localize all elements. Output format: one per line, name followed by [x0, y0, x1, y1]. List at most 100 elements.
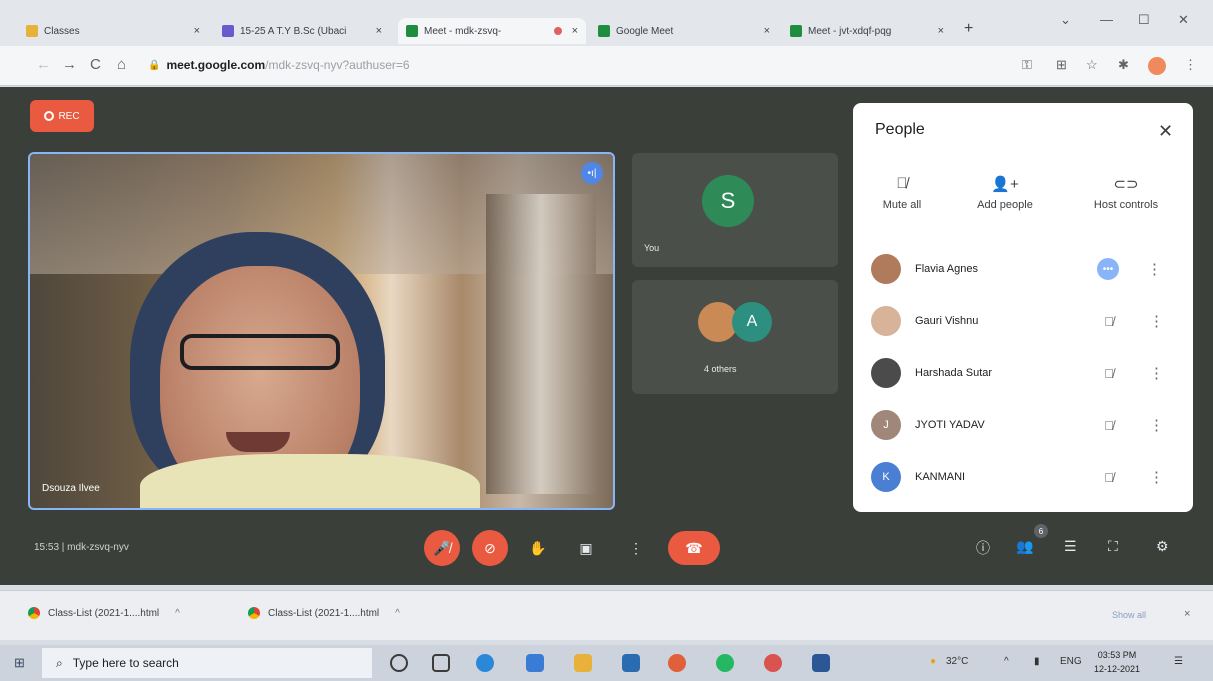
meet-favicon-icon	[406, 25, 418, 37]
edge-icon[interactable]	[476, 654, 494, 672]
mute-all-button[interactable]: 🎙̸ Mute all	[875, 175, 929, 211]
chevron-up-icon[interactable]: ^	[395, 608, 400, 619]
taskbar-search[interactable]: ⌕ Type here to search	[42, 648, 372, 678]
more-options-icon[interactable]: ⋮	[1149, 468, 1164, 486]
meeting-details-text: 15:53 | mdk-zsvq-nyv	[34, 542, 129, 553]
chrome-2-icon[interactable]	[764, 654, 782, 672]
tab-meet-jvt[interactable]: Meet - jvt-xdqf-pqg ×	[782, 18, 952, 44]
meet-favicon-icon	[790, 25, 802, 37]
mic-toggle-button[interactable]: 🎤̸	[424, 530, 460, 566]
tray-expand-icon[interactable]: ^	[1004, 656, 1009, 667]
meeting-info-icon[interactable]: ⓘ	[976, 538, 990, 558]
profile-avatar[interactable]	[1148, 57, 1166, 75]
task-view-icon[interactable]	[432, 654, 450, 672]
others-avatar: A	[732, 302, 772, 342]
people-count-badge: 6	[1034, 524, 1048, 538]
main-video-tile[interactable]: •ı| Dsouza Ilvee	[28, 152, 615, 510]
others-tile-label: 4 others	[704, 364, 737, 374]
forward-button[interactable]: →	[62, 56, 77, 73]
mic-off-icon[interactable]: 🎙̸	[1097, 314, 1121, 329]
add-people-button[interactable]: 👤+ Add people	[965, 175, 1045, 211]
camera-toggle-button[interactable]: ⊘	[472, 530, 508, 566]
minimize-button[interactable]: —	[1100, 12, 1113, 27]
cortana-icon[interactable]	[390, 654, 408, 672]
home-button[interactable]: ⌂	[117, 56, 126, 73]
tab-close-icon[interactable]: ×	[764, 25, 770, 37]
tab-meet-active[interactable]: Meet - mdk-zsvq- ×	[398, 18, 586, 44]
word-icon[interactable]	[812, 654, 830, 672]
download-item[interactable]: Class-List (2021-1....html ^	[28, 607, 180, 619]
star-icon[interactable]: ☆	[1086, 57, 1098, 73]
self-avatar: S	[702, 175, 754, 227]
people-icon[interactable]: 👥	[1016, 538, 1033, 555]
weather-temp[interactable]: 32°C	[946, 656, 968, 667]
participant-row[interactable]: Gauri Vishnu 🎙̸ ⋮	[871, 301, 1176, 341]
tab-class-list[interactable]: 15-25 A T.Y B.Sc (Ubaci ×	[214, 18, 390, 44]
participant-row[interactable]: Flavia Agnes ••• ⋮	[871, 249, 1176, 289]
raise-hand-button[interactable]: ✋	[520, 530, 556, 566]
chrome-file-icon	[28, 607, 40, 619]
participant-row[interactable]: J JYOTI YADAV 🎙̸ ⋮	[871, 405, 1176, 445]
mute-all-label: Mute all	[882, 199, 922, 211]
tab-close-icon[interactable]: ×	[194, 25, 200, 37]
more-options-icon[interactable]: ⋮	[1147, 260, 1162, 278]
self-video-tile[interactable]: S You	[632, 153, 838, 267]
screen: Classes × 15-25 A T.Y B.Sc (Ubaci × Meet…	[0, 0, 1213, 681]
others-tile[interactable]: A 4 others	[632, 280, 838, 394]
close-window-button[interactable]: ✕	[1178, 12, 1189, 28]
file-explorer-icon[interactable]	[574, 654, 592, 672]
download-item[interactable]: Class-List (2021-1....html ^	[248, 607, 400, 619]
chevron-up-icon[interactable]: ^	[175, 608, 180, 619]
store-icon[interactable]	[622, 654, 640, 672]
mic-off-icon[interactable]: 🎙̸	[1097, 418, 1121, 433]
tab-search-icon[interactable]: ⌄	[1060, 12, 1071, 28]
address-bar[interactable]: 🔒 meet.google.com/mdk-zsvq-nyv?authuser=…	[148, 54, 748, 76]
chrome-icon[interactable]	[668, 654, 686, 672]
more-options-icon[interactable]: ⋮	[1149, 312, 1164, 330]
tab-classes[interactable]: Classes ×	[18, 18, 208, 44]
participant-row[interactable]: Harshada Sutar 🎙̸ ⋮	[871, 353, 1176, 393]
tab-close-icon[interactable]: ×	[376, 25, 382, 37]
puzzle-icon[interactable]: ✱	[1118, 57, 1129, 73]
mic-off-icon[interactable]: 🎙̸	[1097, 470, 1121, 485]
back-button[interactable]: ←	[36, 56, 51, 73]
new-tab-button[interactable]: +	[964, 20, 973, 38]
end-call-button[interactable]: ☎	[668, 531, 720, 565]
close-panel-button[interactable]: ✕	[1158, 121, 1173, 142]
mic-off-icon: 🎙̸	[896, 175, 908, 192]
more-options-icon[interactable]: ⋮	[1149, 364, 1164, 382]
reload-button[interactable]: C	[90, 56, 101, 73]
extension-icon[interactable]: ⊞	[1056, 57, 1067, 73]
show-all-button[interactable]: Show all	[1112, 610, 1146, 620]
participant-avatar: J	[871, 410, 901, 440]
activities-icon[interactable]: ⛶	[1108, 538, 1118, 555]
start-button[interactable]: ⊞	[14, 655, 25, 671]
more-options-button[interactable]: ⋮	[618, 530, 654, 566]
mic-off-icon[interactable]: 🎙̸	[1097, 366, 1121, 381]
photos-icon[interactable]	[526, 654, 544, 672]
host-controls-button[interactable]: ⊂⊃ Host controls	[1081, 175, 1171, 211]
menu-icon[interactable]: ⋮	[1184, 57, 1197, 73]
tab-close-icon[interactable]: ×	[572, 25, 578, 37]
key-icon[interactable]: ⚿	[1022, 57, 1032, 73]
whatsapp-icon[interactable]	[716, 654, 734, 672]
more-options-icon[interactable]: ⋮	[1149, 416, 1164, 434]
host-controls-icon[interactable]: ⚙	[1156, 538, 1169, 555]
language-indicator[interactable]: ENG	[1060, 656, 1082, 667]
chrome-file-icon	[248, 607, 260, 619]
maximize-button[interactable]: ☐	[1138, 12, 1150, 28]
chat-icon[interactable]: ☰	[1064, 538, 1077, 555]
notification-icon[interactable]: ☰	[1174, 656, 1183, 667]
battery-icon[interactable]: ▮	[1034, 656, 1040, 667]
participant-avatar: K	[871, 462, 901, 492]
tab-google-meet[interactable]: Google Meet ×	[590, 18, 778, 44]
self-tile-label: You	[644, 243, 660, 253]
present-screen-button[interactable]: ▣	[568, 530, 604, 566]
tab-close-icon[interactable]: ×	[938, 25, 944, 37]
recording-badge[interactable]: REC	[30, 100, 94, 132]
clock-date: 12-12-2021	[1094, 664, 1141, 674]
recording-dot-icon	[553, 27, 562, 35]
close-downloads-button[interactable]: ×	[1184, 608, 1190, 620]
participant-row[interactable]: K KANMANI 🎙̸ ⋮	[871, 457, 1176, 497]
clock[interactable]: 03:53 PM 12-12-2021	[1094, 648, 1140, 676]
